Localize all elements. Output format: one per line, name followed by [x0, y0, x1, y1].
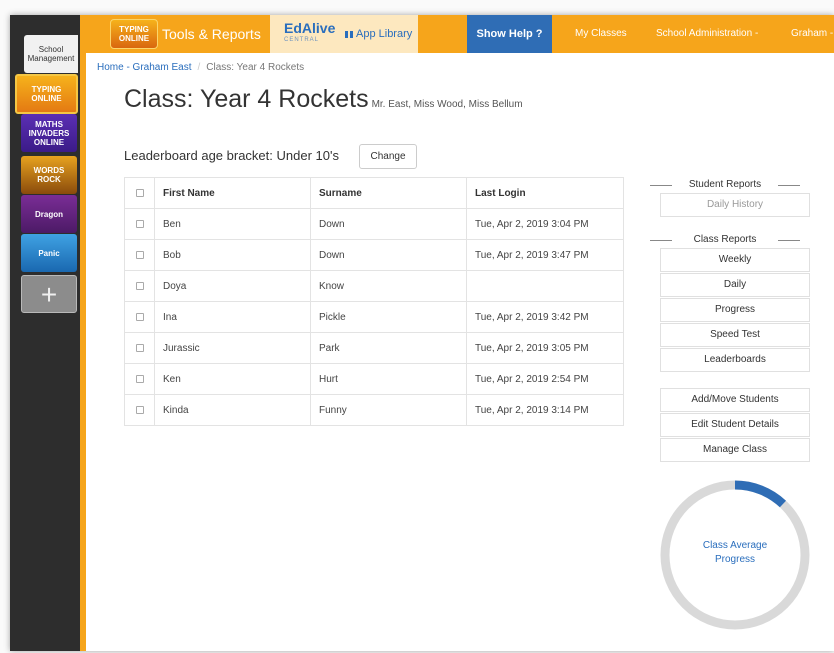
ring-label-line-2: Progress [714, 554, 755, 565]
class-reports-heading: Class Reports [650, 234, 800, 245]
row-checkbox[interactable] [135, 281, 144, 290]
ring-label-line-1: Class Average [702, 540, 768, 551]
speed-test-button[interactable]: Speed Test [660, 323, 810, 347]
row-checkbox[interactable] [135, 405, 144, 414]
surname-cell: Know [310, 270, 467, 302]
last-login-cell: Tue, Apr 2, 2019 3:42 PM [466, 301, 624, 333]
main-content: Home - Graham East / Class: Year 4 Rockets… [86, 53, 834, 651]
app-sidebar: School Management TYPING ONLINE MATHS IN… [10, 15, 80, 651]
app-library-label: App Library [356, 28, 413, 40]
row-checkbox-cell [124, 301, 155, 333]
typing-online-app[interactable]: TYPING ONLINE [15, 74, 78, 114]
row-checkbox-cell [124, 208, 155, 240]
teacher-list: Mr. East, Miss Wood, Miss Bellum [371, 99, 523, 110]
breadcrumb-current: Class: Year 4 Rockets [206, 62, 305, 73]
table-row: Bob Down Tue, Apr 2, 2019 3:47 PM [124, 239, 624, 271]
first-name-cell: Ken [154, 363, 311, 395]
school-administration-menu[interactable]: School Administration - [656, 15, 758, 53]
surname-cell: Down [310, 239, 467, 271]
edit-student-details-button[interactable]: Edit Student Details [660, 413, 810, 437]
row-checkbox-cell [124, 270, 155, 302]
surname-cell: Funny [310, 394, 467, 426]
my-classes-link[interactable]: My Classes [575, 15, 627, 53]
leaderboards-button[interactable]: Leaderboards [660, 348, 810, 372]
change-age-bracket-button[interactable]: Change [359, 144, 417, 169]
maths-invaders-app[interactable]: MATHS INVADERS ONLINE [21, 114, 77, 152]
row-checkbox-cell [124, 363, 155, 395]
surname-cell: Park [310, 332, 467, 364]
last-login-cell: Tue, Apr 2, 2019 2:54 PM [466, 363, 624, 395]
students-table: First Name Surname Last Login Ben Down T… [124, 177, 624, 426]
page-title: Class: Year 4 Rockets Mr. East, Miss Wood… [124, 85, 523, 114]
row-checkbox[interactable] [135, 219, 144, 228]
age-bracket-text: Leaderboard age bracket: Under 10's [124, 148, 339, 163]
surname-cell: Hurt [310, 363, 467, 395]
first-name-cell: Doya [154, 270, 311, 302]
dragon-app[interactable]: Dragon [21, 195, 77, 233]
select-all-cell [124, 177, 155, 209]
student-reports-heading-label: Student Reports [688, 179, 762, 190]
panic-app[interactable]: Panic [21, 234, 77, 272]
row-checkbox[interactable] [135, 374, 144, 383]
row-checkbox[interactable] [135, 343, 144, 352]
grid-icon [345, 30, 353, 38]
add-move-students-button[interactable]: Add/Move Students [660, 388, 810, 412]
table-header-row: First Name Surname Last Login [124, 177, 624, 209]
app-window: School Management TYPING ONLINE MATHS IN… [10, 15, 834, 651]
last-login-cell: Tue, Apr 2, 2019 3:05 PM [466, 332, 624, 364]
table-row: Ben Down Tue, Apr 2, 2019 3:04 PM [124, 208, 624, 240]
class-title: Class: Year 4 Rockets [124, 85, 369, 113]
surname-cell: Down [310, 208, 467, 240]
surname-header[interactable]: Surname [310, 177, 467, 209]
words-rock-app[interactable]: WORDS ROCK [21, 156, 77, 194]
table-row: Kinda Funny Tue, Apr 2, 2019 3:14 PM [124, 394, 624, 426]
row-checkbox[interactable] [135, 250, 144, 259]
table-row: Ken Hurt Tue, Apr 2, 2019 2:54 PM [124, 363, 624, 395]
user-menu[interactable]: Graham - [791, 15, 833, 53]
page: School Management TYPING ONLINE MATHS IN… [0, 0, 834, 653]
first-name-cell: Jurassic [154, 332, 311, 364]
row-checkbox[interactable] [135, 312, 144, 321]
edalive-sub-logo: CENTRAL [284, 37, 320, 43]
select-all-checkbox[interactable] [135, 188, 144, 197]
first-name-cell: Kinda [154, 394, 311, 426]
breadcrumb-home[interactable]: Home - Graham East [97, 62, 191, 73]
progress-report-button[interactable]: Progress [660, 298, 810, 322]
last-login-cell: Tue, Apr 2, 2019 3:04 PM [466, 208, 624, 240]
row-checkbox-cell [124, 394, 155, 426]
daily-report-button[interactable]: Daily [660, 273, 810, 297]
table-row: Ina Pickle Tue, Apr 2, 2019 3:42 PM [124, 301, 624, 333]
row-checkbox-cell [124, 239, 155, 271]
last-login-header[interactable]: Last Login [466, 177, 624, 209]
student-reports-heading: Student Reports [650, 179, 800, 190]
show-help-button[interactable]: Show Help ? [467, 15, 552, 53]
breadcrumb-separator: / [197, 62, 201, 73]
school-management-tab[interactable]: School Management [24, 35, 78, 73]
last-login-cell: Tue, Apr 2, 2019 3:47 PM [466, 239, 624, 271]
last-login-cell [466, 270, 624, 302]
daily-history-button[interactable]: Daily History [660, 193, 810, 217]
add-app-button[interactable]: + [21, 275, 77, 313]
first-name-cell: Ina [154, 301, 311, 333]
app-library-link[interactable]: App Library [345, 15, 412, 53]
tools-reports-link[interactable]: Tools & Reports [162, 15, 261, 53]
last-login-cell: Tue, Apr 2, 2019 3:14 PM [466, 394, 624, 426]
first-name-header[interactable]: First Name [154, 177, 311, 209]
edalive-logo[interactable]: EdAlive [284, 20, 335, 36]
weekly-report-button[interactable]: Weekly [660, 248, 810, 272]
top-nav: TYPING ONLINE Tools & Reports EdAlive CE… [80, 15, 834, 53]
table-row: Jurassic Park Tue, Apr 2, 2019 3:05 PM [124, 332, 624, 364]
breadcrumb: Home - Graham East / Class: Year 4 Rockets [97, 62, 304, 73]
row-checkbox-cell [124, 332, 155, 364]
typing-online-logo[interactable]: TYPING ONLINE [110, 19, 158, 49]
class-average-progress-label: Class Average Progress [658, 539, 812, 567]
manage-class-button[interactable]: Manage Class [660, 438, 810, 462]
edalive-section: EdAlive CENTRAL App Library [270, 15, 418, 53]
first-name-cell: Bob [154, 239, 311, 271]
table-row: Doya Know [124, 270, 624, 302]
class-reports-heading-label: Class Reports [693, 234, 757, 245]
first-name-cell: Ben [154, 208, 311, 240]
surname-cell: Pickle [310, 301, 467, 333]
